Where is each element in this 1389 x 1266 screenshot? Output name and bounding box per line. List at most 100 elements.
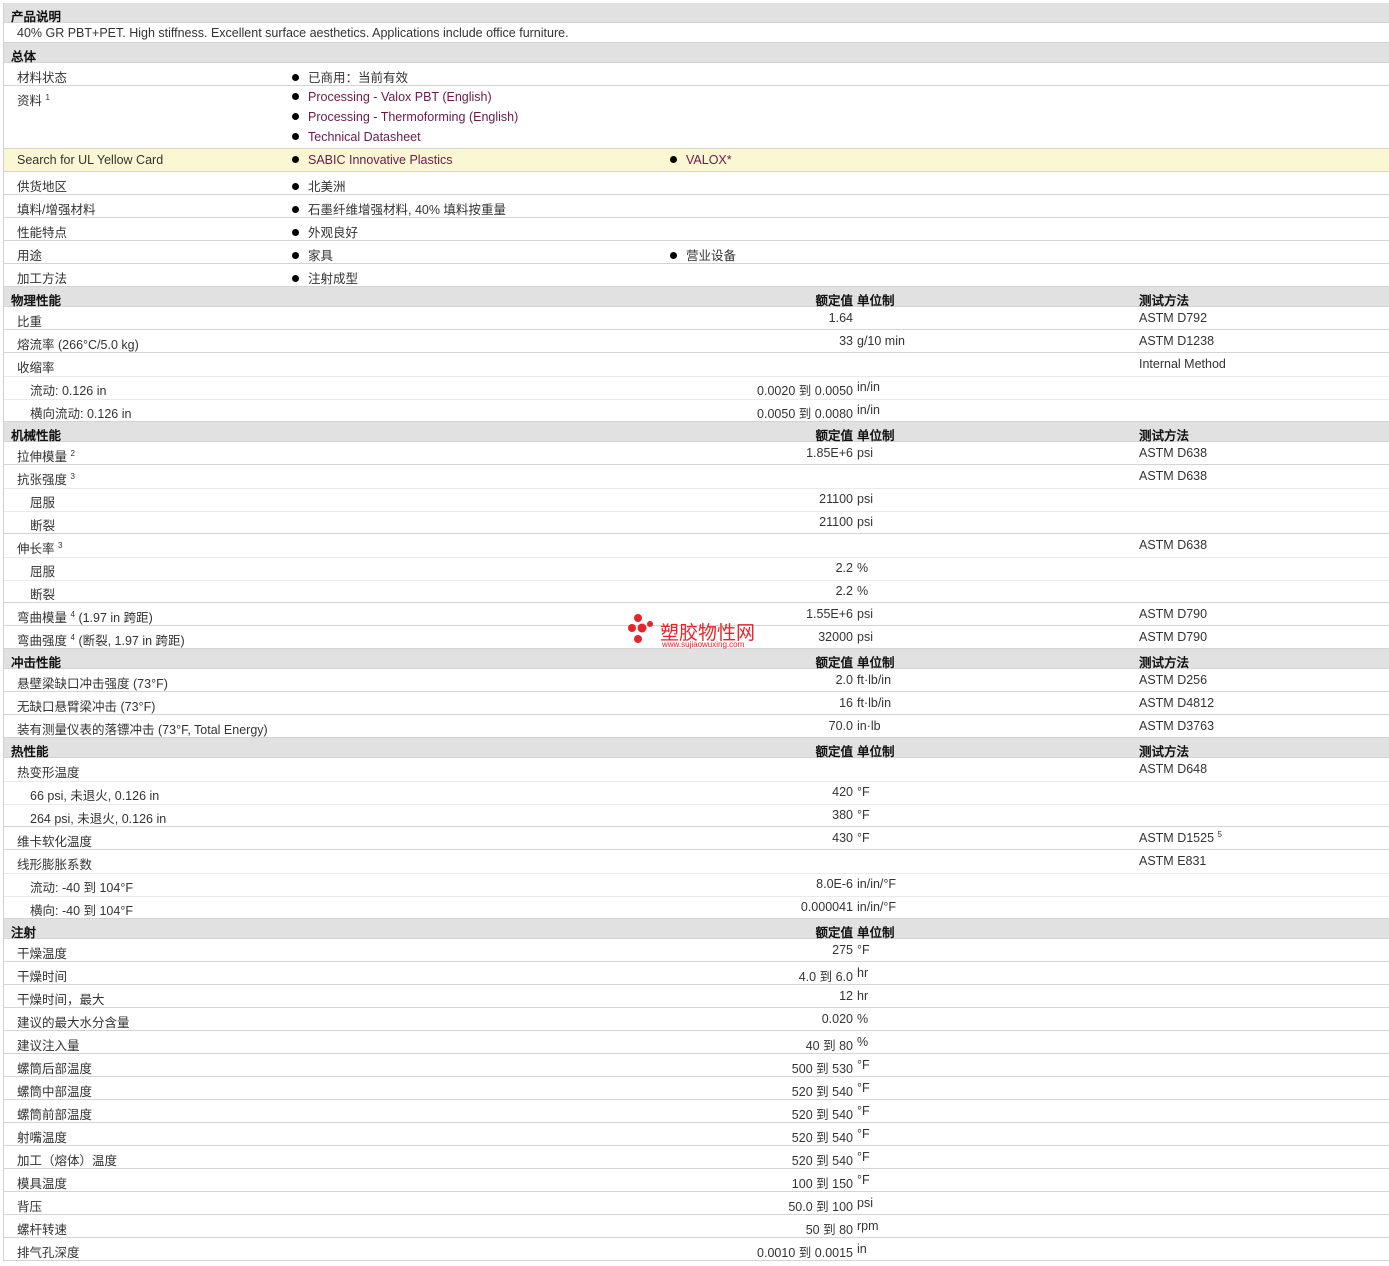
property-row: 螺筒后部温度 500 到 530 °F <box>4 1054 1389 1077</box>
footnote-ref: 1 <box>45 93 50 102</box>
test-method: ASTM D638 <box>1139 538 1207 552</box>
sub-row-divider <box>4 376 1389 377</box>
condition: (1.97 in 跨距) <box>78 611 153 625</box>
range-to: 到 <box>823 1039 836 1053</box>
unit: hr <box>857 989 869 1003</box>
label-text: 维卡软化温度 <box>17 835 93 849</box>
test-method: ASTM D790 <box>1139 630 1207 644</box>
ul-link-item[interactable]: SABIC Innovative Plastics <box>292 153 453 167</box>
doc-link-item[interactable]: Processing - Thermoforming (English) <box>292 110 518 124</box>
nominal-value: 21100 <box>819 515 853 529</box>
range-to: 到 <box>816 1108 829 1122</box>
row-label: 性能特点 <box>17 222 67 241</box>
range-high: 100 <box>832 1200 853 1214</box>
row-label: 填料/增强材料 <box>17 199 95 218</box>
unit: °F <box>857 808 870 822</box>
unit: °F <box>857 1104 870 1118</box>
bullet-icon <box>292 183 299 190</box>
test-method-text: ASTM D792 <box>1139 311 1208 325</box>
condition: : -40 到 104°F <box>55 904 133 918</box>
property-label: 螺筒后部温度 <box>17 1058 92 1077</box>
unit: psi <box>857 630 873 644</box>
ul-link-item[interactable]: VALOX* <box>670 153 732 167</box>
doc-link[interactable]: Technical Datasheet <box>308 130 421 144</box>
range-to: 到 <box>816 1154 829 1168</box>
label-text: 拉伸模量 <box>17 450 68 464</box>
general-row: 用途 家具 营业设备 <box>4 241 1389 264</box>
property-label: 加工（熔体）温度 <box>17 1150 117 1169</box>
label-text: 横向 <box>30 904 56 918</box>
property-label: 维卡软化温度 <box>17 831 92 850</box>
label-text: 断裂 <box>30 588 56 602</box>
nominal-value: 0.020 <box>821 1012 853 1026</box>
label-text: 背压 <box>17 1200 43 1214</box>
nominal-value: 0.000041 <box>800 900 853 914</box>
property-label: 射嘴温度 <box>17 1127 67 1146</box>
watermark-logo: 塑胶物性网 www.sujiaowuxing.com <box>628 612 768 652</box>
bullet-icon <box>292 229 299 236</box>
doc-link[interactable]: Processing - Valox PBT (English) <box>308 90 492 104</box>
property-row: 无缺口悬臂梁冲击 (73°F) 16 ft·lb/in ASTM D4812 <box>4 692 1389 715</box>
property-row: 干燥时间 4.0 到 6.0 hr <box>4 962 1389 985</box>
unit: in/in <box>857 380 880 394</box>
footnote-ref: 3 <box>58 541 63 550</box>
doc-link-item[interactable]: Processing - Valox PBT (English) <box>292 90 492 104</box>
nominal-value: 430 <box>832 831 853 845</box>
nominal-value: 2.2 <box>835 584 853 598</box>
bullet-item: 家具 <box>292 245 333 264</box>
property-label: 拉伸模量 2 <box>17 446 75 465</box>
unit: psi <box>857 607 873 621</box>
label-text: 建议注入量 <box>17 1039 80 1053</box>
property-label: 线形膨胀系数 <box>17 854 92 873</box>
label-text: 线形膨胀系数 <box>17 858 93 872</box>
label-text: 断裂 <box>30 519 56 533</box>
property-label: 干燥温度 <box>17 943 67 962</box>
range-to: 到 <box>816 1200 829 1214</box>
doc-link-item[interactable]: Technical Datasheet <box>292 130 421 144</box>
unit: °F <box>857 1058 870 1072</box>
property-row: 背压 50.0 到 100 psi <box>4 1192 1389 1215</box>
range-to: 到 <box>816 1177 829 1191</box>
range-low: 100 <box>791 1177 813 1191</box>
doc-link[interactable]: Processing - Thermoforming (English) <box>308 110 518 124</box>
property-label: 悬壁梁缺口冲击强度 (73°F) <box>17 673 168 692</box>
range-high: 530 <box>832 1062 853 1076</box>
ul-link[interactable]: SABIC Innovative Plastics <box>308 153 453 167</box>
row-label: 供货地区 <box>17 176 67 195</box>
unit: psi <box>857 446 873 460</box>
test-method: ASTM D792 <box>1139 311 1207 325</box>
property-label: 建议的最大水分含量 <box>17 1012 130 1031</box>
label-text: 加工（熔体）温度 <box>17 1154 118 1168</box>
nominal-value: 70.0 <box>828 719 853 733</box>
property-label: 无缺口悬臂梁冲击 (73°F) <box>17 696 155 715</box>
unit: hr <box>857 966 869 980</box>
range-low: 520 <box>791 1108 813 1122</box>
label-text: 干燥时间，最大 <box>17 993 105 1007</box>
label-text: 供货地区 <box>17 180 68 194</box>
test-method: ASTM D1238 <box>1139 334 1214 348</box>
nominal-value: 21100 <box>819 492 853 506</box>
nominal-value: 33 <box>839 334 853 348</box>
bullet-item: 外观良好 <box>292 222 358 241</box>
test-method-text: ASTM D790 <box>1139 630 1208 644</box>
property-row: 螺杆转速 50 到 80 rpm <box>4 1215 1389 1238</box>
unit: in <box>857 1242 867 1256</box>
sub-row-divider <box>4 896 1389 897</box>
bullet-icon <box>292 252 299 259</box>
test-method-text: ASTM E831 <box>1139 854 1207 868</box>
label-text: 性能特点 <box>17 226 68 240</box>
property-label: 屈服 <box>30 561 55 580</box>
property-label: 排气孔深度 <box>17 1242 80 1261</box>
sub-row-divider <box>4 557 1389 558</box>
property-row: 螺筒前部温度 520 到 540 °F <box>4 1100 1389 1123</box>
ul-link[interactable]: VALOX* <box>686 153 732 167</box>
sub-row-divider <box>4 781 1389 782</box>
label-text: 干燥温度 <box>17 947 68 961</box>
property-row: 射嘴温度 520 到 540 °F <box>4 1123 1389 1146</box>
unit: % <box>857 561 869 575</box>
unit: psi <box>857 492 873 506</box>
nominal-value: 2.0 <box>835 673 853 687</box>
unit: rpm <box>857 1219 879 1233</box>
range-low: 500 <box>791 1062 813 1076</box>
property-row: 悬壁梁缺口冲击强度 (73°F) 2.0 ft·lb/in ASTM D256 <box>4 669 1389 692</box>
